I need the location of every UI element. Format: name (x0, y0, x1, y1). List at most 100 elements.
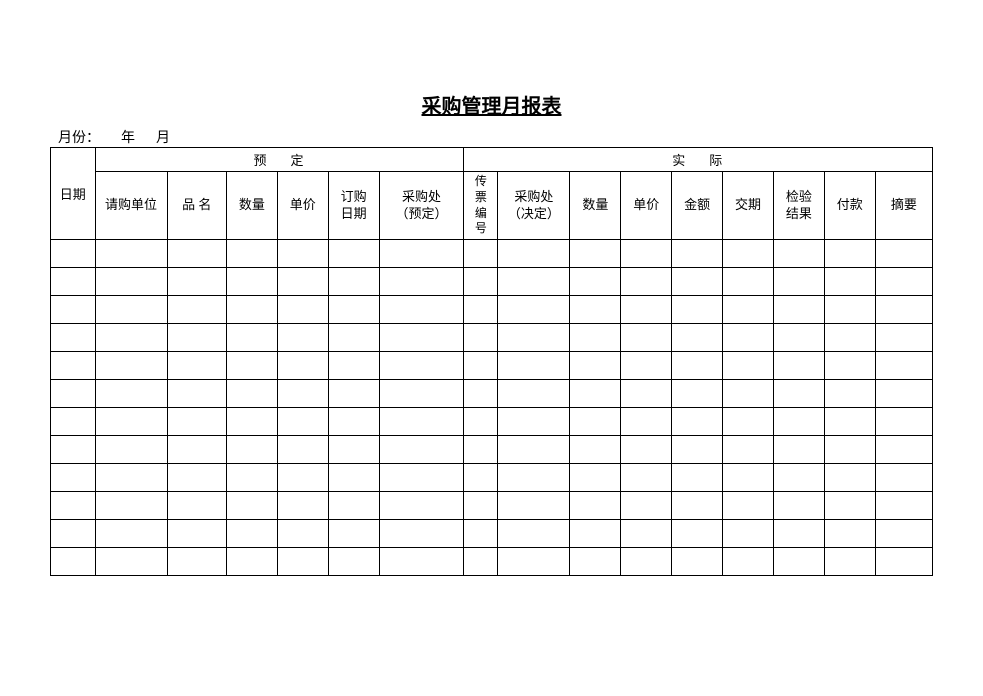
table-cell (824, 240, 875, 268)
table-cell (379, 352, 464, 380)
table-cell (51, 296, 96, 324)
table-cell (773, 548, 824, 576)
col-amount: 金额 (672, 172, 723, 240)
table-cell (824, 268, 875, 296)
col-quantity: 数量 (226, 172, 277, 240)
table-cell (498, 268, 570, 296)
table-row (51, 324, 933, 352)
table-cell (277, 408, 328, 436)
table-cell (875, 268, 932, 296)
table-cell (672, 240, 723, 268)
table-cell (773, 520, 824, 548)
table-cell (51, 352, 96, 380)
group-plan: 预定 (95, 148, 464, 172)
table-cell (723, 380, 774, 408)
table-cell (723, 436, 774, 464)
table-cell (277, 492, 328, 520)
table-cell (498, 324, 570, 352)
table-cell (498, 296, 570, 324)
table-cell (723, 548, 774, 576)
table-cell (498, 520, 570, 548)
table-cell (277, 324, 328, 352)
table-cell (226, 296, 277, 324)
table-cell (95, 240, 167, 268)
table-cell (824, 296, 875, 324)
table-cell (167, 240, 226, 268)
table-cell (167, 548, 226, 576)
col-delivery: 交期 (723, 172, 774, 240)
table-cell (621, 492, 672, 520)
table-cell (875, 548, 932, 576)
table-row (51, 520, 933, 548)
table-cell (277, 548, 328, 576)
table-cell (773, 352, 824, 380)
table-cell (672, 268, 723, 296)
table-cell (379, 436, 464, 464)
table-cell (672, 408, 723, 436)
table-cell (379, 296, 464, 324)
table-cell (498, 240, 570, 268)
table-cell (875, 520, 932, 548)
table-cell (621, 240, 672, 268)
table-cell (277, 296, 328, 324)
report-table: 日期 预定 实际 请购单位 品 名 数量 单价 订购日期 采购处（预定） 传票编… (50, 147, 933, 576)
table-cell (824, 408, 875, 436)
table-cell (621, 268, 672, 296)
table-cell (226, 268, 277, 296)
table-cell (464, 352, 498, 380)
table-cell (875, 296, 932, 324)
table-cell (498, 436, 570, 464)
table-cell (277, 380, 328, 408)
table-cell (621, 324, 672, 352)
table-cell (672, 380, 723, 408)
table-cell (464, 240, 498, 268)
table-cell (723, 268, 774, 296)
table-cell (498, 380, 570, 408)
table-cell (621, 548, 672, 576)
table-row (51, 268, 933, 296)
table-cell (277, 268, 328, 296)
table-cell (328, 296, 379, 324)
table-row (51, 296, 933, 324)
table-cell (167, 520, 226, 548)
table-cell (379, 548, 464, 576)
table-cell (167, 352, 226, 380)
table-cell (773, 436, 824, 464)
table-row (51, 352, 933, 380)
table-row (51, 380, 933, 408)
table-cell (672, 464, 723, 492)
table-cell (51, 268, 96, 296)
table-cell (723, 296, 774, 324)
col-inspection: 检验结果 (773, 172, 824, 240)
table-cell (328, 380, 379, 408)
table-cell (570, 436, 621, 464)
table-cell (328, 240, 379, 268)
table-cell (672, 548, 723, 576)
table-cell (464, 408, 498, 436)
table-cell (824, 352, 875, 380)
table-cell (570, 296, 621, 324)
table-cell (570, 268, 621, 296)
year-char: 年 (121, 131, 135, 146)
table-cell (51, 324, 96, 352)
table-cell (570, 408, 621, 436)
table-cell (498, 408, 570, 436)
table-cell (570, 520, 621, 548)
group-header-row: 日期 预定 实际 (51, 148, 933, 172)
table-cell (824, 324, 875, 352)
table-cell (51, 408, 96, 436)
table-cell (672, 352, 723, 380)
col-order-date: 订购日期 (328, 172, 379, 240)
table-cell (167, 436, 226, 464)
table-cell (773, 380, 824, 408)
col-date: 日期 (51, 148, 96, 240)
table-cell (824, 520, 875, 548)
table-cell (226, 492, 277, 520)
sub-header-row: 请购单位 品 名 数量 单价 订购日期 采购处（预定） 传票编号 采购处（决定）… (51, 172, 933, 240)
col-payment: 付款 (824, 172, 875, 240)
month-line: 月份： 年 月 (50, 127, 933, 147)
table-cell (621, 380, 672, 408)
table-cell (498, 352, 570, 380)
table-cell (226, 352, 277, 380)
table-cell (723, 520, 774, 548)
